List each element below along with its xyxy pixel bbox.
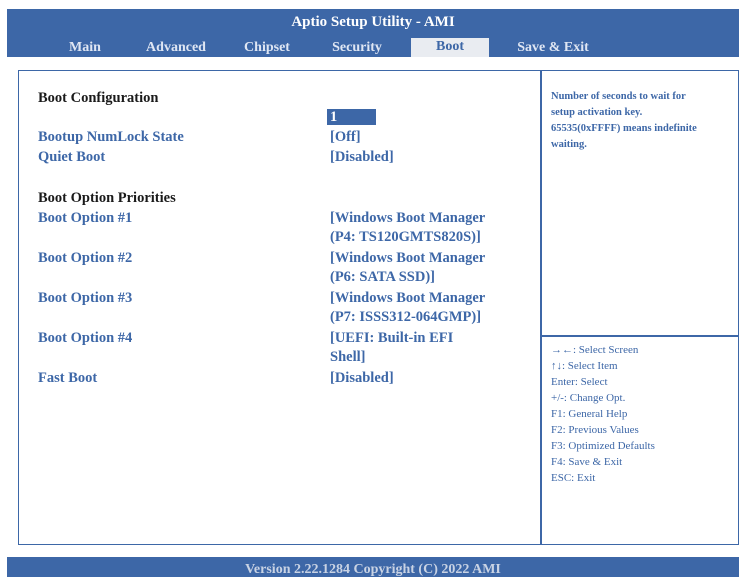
setup-prompt-timeout-label[interactable]: Setup Prompt Timeout xyxy=(38,109,180,126)
boot-option-2-label[interactable]: Boot Option #2 xyxy=(38,250,132,267)
boot-configuration-heading: Boot Configuration xyxy=(38,90,159,106)
quiet-boot-label[interactable]: Quiet Boot xyxy=(38,149,105,166)
boot-option-3-value-cont[interactable]: (P7: ISSS312-064GMP)] xyxy=(330,309,481,326)
help-line: waiting. xyxy=(551,139,587,150)
key-enter-select: Enter: Select xyxy=(551,376,608,388)
fast-boot-value[interactable]: [Disabled] xyxy=(330,370,394,387)
tab-save-exit[interactable]: Save & Exit xyxy=(503,39,603,59)
fast-boot-label[interactable]: Fast Boot xyxy=(38,370,97,387)
tab-advanced[interactable]: Advanced xyxy=(135,39,217,59)
help-divider xyxy=(540,335,739,337)
key-legend: →←: Select Screen ↑↓: Select Item Enter:… xyxy=(551,342,655,486)
key-esc-exit: ESC: Exit xyxy=(551,472,596,484)
panel-divider xyxy=(540,70,542,545)
version-footer: Version 2.22.1284 Copyright (C) 2022 AMI xyxy=(7,557,739,577)
setup-prompt-timeout-value[interactable]: 1 xyxy=(330,109,337,126)
help-text: Number of seconds to wait for setup acti… xyxy=(551,89,731,153)
boot-option-2-value[interactable]: [Windows Boot Manager xyxy=(330,250,485,267)
boot-option-2-value-cont[interactable]: (P6: SATA SSD)] xyxy=(330,269,435,286)
key-select-screen: →←: Select Screen xyxy=(551,344,639,356)
help-line: 65535(0xFFFF) means indefinite xyxy=(551,123,697,134)
key-general-help: F1: General Help xyxy=(551,408,628,420)
key-previous-values: F2: Previous Values xyxy=(551,424,639,436)
boot-option-1-value-cont[interactable]: (P4: TS120GMTS820S)] xyxy=(330,229,481,246)
tab-boot[interactable]: Boot xyxy=(411,38,489,57)
key-save-exit: F4: Save & Exit xyxy=(551,456,623,468)
key-optimized-defaults: F3: Optimized Defaults xyxy=(551,440,655,452)
boot-option-1-value[interactable]: [Windows Boot Manager xyxy=(330,210,485,227)
tab-security[interactable]: Security xyxy=(319,39,395,59)
quiet-boot-value[interactable]: [Disabled] xyxy=(330,149,394,166)
bootup-numlock-value[interactable]: [Off] xyxy=(330,129,361,146)
key-change-opt: +/-: Change Opt. xyxy=(551,392,626,404)
help-line: setup activation key. xyxy=(551,107,643,118)
boot-option-4-label[interactable]: Boot Option #4 xyxy=(38,330,132,347)
app-title: Aptio Setup Utility - AMI xyxy=(291,14,455,30)
tab-chipset[interactable]: Chipset xyxy=(232,39,302,59)
boot-option-4-value[interactable]: [UEFI: Built-in EFI xyxy=(330,330,453,347)
boot-option-1-label[interactable]: Boot Option #1 xyxy=(38,210,132,227)
boot-option-3-label[interactable]: Boot Option #3 xyxy=(38,290,132,307)
bootup-numlock-label[interactable]: Bootup NumLock State xyxy=(38,129,184,146)
boot-option-4-value-cont[interactable]: Shell] xyxy=(330,349,365,366)
boot-option-priorities-heading: Boot Option Priorities xyxy=(38,190,176,206)
help-line: Number of seconds to wait for xyxy=(551,91,686,102)
tab-main[interactable]: Main xyxy=(55,39,115,59)
title-bar: Aptio Setup Utility - AMI Main Advanced … xyxy=(7,9,739,57)
boot-option-3-value[interactable]: [Windows Boot Manager xyxy=(330,290,485,307)
key-select-item: ↑↓: Select Item xyxy=(551,360,618,372)
